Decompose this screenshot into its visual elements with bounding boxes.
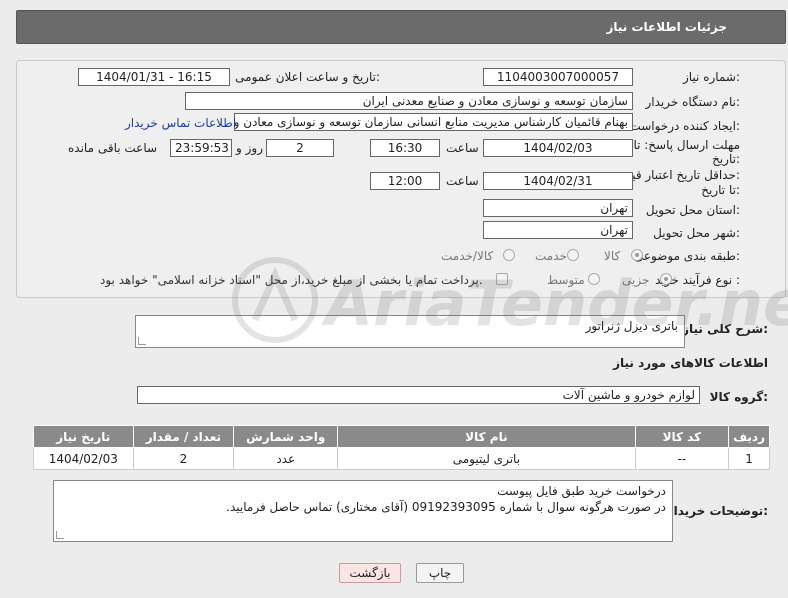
resize-handle-icon[interactable] bbox=[56, 531, 64, 539]
announce-date-field: 1404/01/31 - 16:15 bbox=[78, 68, 230, 86]
back-button[interactable]: بازگشت bbox=[339, 563, 401, 583]
col-qty-header: تعداد / مقدار bbox=[132, 425, 235, 448]
description-text: باتری دیزل ژنراتور bbox=[585, 319, 678, 333]
process-medium-radio[interactable] bbox=[588, 273, 600, 285]
buyer-contact-link[interactable]: اطلاعات تماس خریدار bbox=[125, 116, 236, 130]
payment-note: پرداخت تمام یا بخشی از مبلغ خرید،از محل … bbox=[100, 273, 483, 287]
remaining-label: ساعت باقی مانده bbox=[68, 141, 158, 155]
deadline-label: مهلت ارسال پاسخ: تا bbox=[633, 138, 740, 152]
process-partial-label: جزیی bbox=[622, 273, 650, 287]
cell-qty: 2 bbox=[132, 447, 235, 470]
process-medium-label: متوسط bbox=[547, 273, 585, 287]
cell-name: باتری لیتیومی bbox=[337, 447, 636, 470]
table-row: 1 -- باتری لیتیومی عدد 2 1404/02/03 bbox=[33, 447, 770, 470]
creator-label: ایجاد کننده درخواست: bbox=[629, 119, 740, 133]
goods-group-label: گروه کالا: bbox=[709, 390, 768, 404]
city-label: شهر محل تحویل: bbox=[653, 226, 740, 240]
items-table: ردیف کد کالا نام کالا واحد شمارش تعداد /… bbox=[33, 425, 770, 470]
treasury-checkbox[interactable] bbox=[496, 273, 508, 285]
col-unit-header: واحد شمارش bbox=[233, 425, 339, 448]
cell-unit: عدد bbox=[233, 447, 339, 470]
col-row-header: ردیف bbox=[728, 425, 770, 448]
days-field: 2 bbox=[266, 139, 334, 157]
price-time-field: 12:00 bbox=[370, 172, 440, 190]
buyer-notes-line-1: درخواست خرید طبق فایل پیوست bbox=[497, 484, 666, 498]
category-goods-radio[interactable] bbox=[631, 249, 643, 261]
deadline-date-field: 1404/02/03 bbox=[483, 139, 633, 157]
page-title: جزئیات اطلاعات نیاز bbox=[606, 20, 727, 34]
category-both-label: کالا/خدمت bbox=[441, 249, 494, 263]
deadline-time-field: 16:30 bbox=[370, 139, 440, 157]
goods-section-title: اطلاعات کالاهای مورد نیاز bbox=[613, 356, 768, 370]
category-service-radio[interactable] bbox=[567, 249, 579, 261]
col-code-header: کد کالا bbox=[634, 425, 730, 448]
goods-group-field: لوازم خودرو و ماشین آلات bbox=[137, 386, 700, 404]
category-label: طبقه بندی موضوعی: bbox=[633, 249, 740, 263]
buyer-org-label: نام دستگاه خریدار: bbox=[645, 95, 741, 109]
city-field: تهران bbox=[483, 221, 633, 239]
days-label: روز و bbox=[236, 141, 263, 155]
cell-date: 1404/02/03 bbox=[33, 447, 134, 470]
description-textarea[interactable]: باتری دیزل ژنراتور bbox=[135, 315, 685, 348]
price-time-label: ساعت bbox=[446, 174, 479, 188]
remaining-time-field: 23:59:53 bbox=[170, 139, 232, 157]
price-date-field: 1404/02/31 bbox=[483, 172, 633, 190]
buyer-notes-textarea[interactable]: درخواست خرید طبق فایل پیوست در صورت هرگو… bbox=[53, 480, 673, 542]
cell-code: -- bbox=[634, 447, 730, 470]
deadline-label-date: تاریخ: bbox=[712, 152, 740, 166]
description-label: شرح کلی نیاز: bbox=[682, 322, 768, 336]
category-service-label: خدمت bbox=[535, 249, 567, 263]
announce-date-label: تاریخ و ساعت اعلان عمومی: bbox=[235, 70, 380, 84]
price-validity-label-date: تا تاریخ: bbox=[701, 183, 740, 197]
cell-row: 1 bbox=[728, 447, 770, 470]
buyer-org-field: سازمان توسعه و نوسازی معادن و صنایع معدن… bbox=[185, 92, 633, 110]
creator-field: بهنام قائمیان کارشناس مدیریت منابع انسان… bbox=[234, 113, 633, 131]
buyer-notes-label: توضیحات خریدار: bbox=[666, 504, 768, 518]
print-button[interactable]: چاپ bbox=[416, 563, 464, 583]
need-number-label: شماره نیاز: bbox=[682, 70, 740, 84]
province-label: استان محل تحویل: bbox=[645, 203, 740, 217]
col-name-header: نام کالا bbox=[337, 425, 636, 448]
table-header-row: ردیف کد کالا نام کالا واحد شمارش تعداد /… bbox=[33, 425, 770, 448]
need-number-field: 1104003007000057 bbox=[483, 68, 633, 86]
province-field: تهران bbox=[483, 199, 633, 217]
category-both-radio[interactable] bbox=[503, 249, 515, 261]
resize-handle-icon[interactable] bbox=[138, 337, 146, 345]
page-header: جزئیات اطلاعات نیاز bbox=[16, 10, 786, 44]
deadline-time-label: ساعت bbox=[446, 141, 479, 155]
col-date-header: تاریخ نیاز bbox=[33, 425, 134, 448]
category-goods-label: کالا bbox=[604, 249, 621, 263]
process-partial-radio[interactable] bbox=[660, 273, 672, 285]
buyer-notes-line-2: در صورت هرگونه سوال با شماره 09192393095… bbox=[226, 500, 666, 514]
